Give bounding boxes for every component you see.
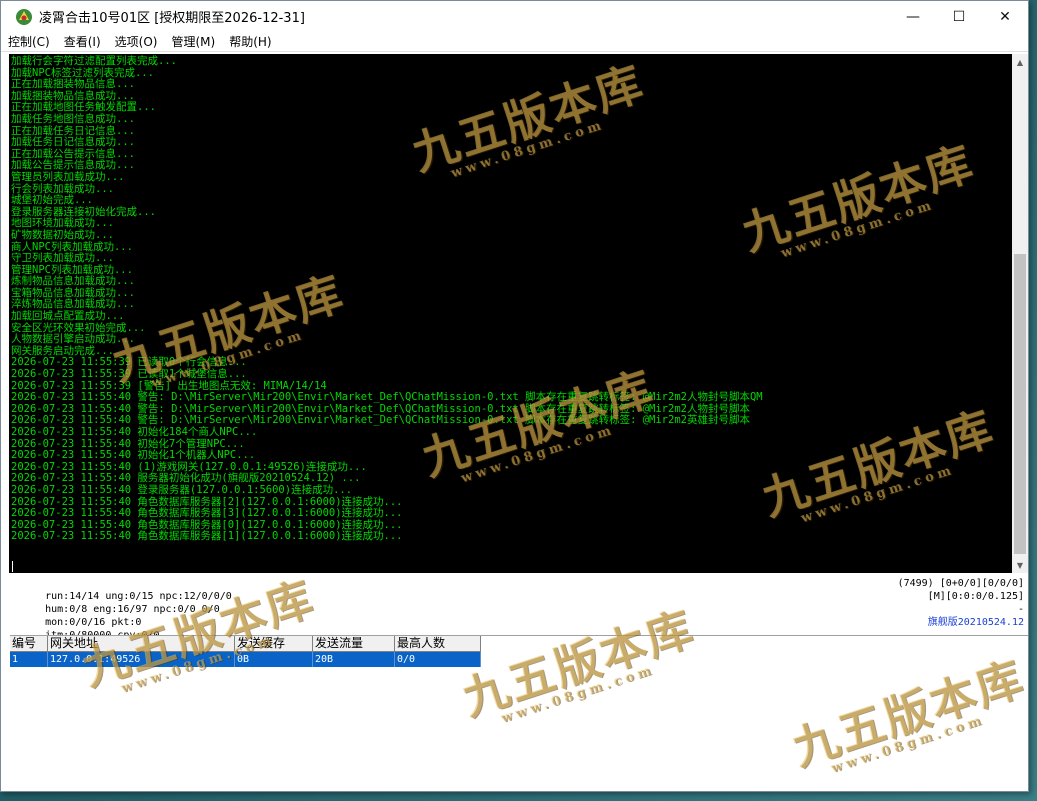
close-button[interactable]: ✕ (982, 1, 1028, 32)
log-line: 商人NPC列表加载成功... (11, 240, 133, 253)
log-line: 加载行会字符过滤配置列表完成... (11, 55, 177, 67)
scroll-down-icon[interactable]: ▼ (1012, 557, 1028, 573)
log-line: 城堡初始完成... (11, 194, 93, 207)
maximize-button[interactable]: ☐ (936, 1, 982, 32)
version-label: 旗舰版20210524.12 (927, 617, 1024, 628)
status-counter: (7499) [0+0/0][0/0/0] (897, 578, 1024, 589)
cell-gateway-address: 127.0.0.1:49526 (48, 652, 235, 667)
log-line: 守卫列表加载成功... (11, 252, 114, 265)
app-icon (16, 8, 32, 25)
col-id[interactable]: 编号 (10, 636, 48, 652)
log-lines: 加载行会字符过滤配置列表完成... 加载NPC标签过滤列表完成... 正在加载捆装物… (11, 55, 763, 543)
cell-id: 1 (10, 652, 48, 667)
app-window: 凌霄合击10号01区 [授权期限至2026-12-31] — ☐ ✕ 控制(C)… (0, 0, 1029, 792)
menu-help[interactable]: 帮助(H) (222, 33, 278, 50)
log-line: 2026-07-23 11:55:39 已读取1个城堡信息... (11, 368, 247, 381)
col-gateway-address[interactable]: 网关地址 (48, 636, 235, 652)
minimize-button[interactable]: — (890, 1, 936, 32)
console-scrollbar[interactable]: ▲ ▼ (1012, 54, 1028, 573)
table-header: 编号 网关地址 发送缓存 发送流量 最高人数 (10, 636, 1028, 652)
menu-control[interactable]: 控制(C) (1, 33, 57, 50)
scroll-thumb[interactable] (1014, 254, 1026, 554)
text-cursor (12, 561, 13, 572)
log-line: 2026-07-23 11:55:40 角色数据库服务器[3](127.0.0.… (11, 507, 403, 520)
log-line: 2026-07-23 11:55:40 角色数据库服务器[1](127.0.0.… (11, 530, 403, 543)
log-line: 登录服务器连接初始化完成... (11, 205, 156, 218)
menu-manage[interactable]: 管理(M) (164, 33, 222, 50)
log-line: 地图环境加载成功... (11, 217, 114, 230)
table-row[interactable]: 1 127.0.0.1:49526 0B 20B 0/0 (10, 652, 481, 667)
status-panel: run:14/14 ung:0/15 npc:12/0/0/0 (7499) [… (9, 577, 1028, 641)
title-bar[interactable]: 凌霄合击10号01区 [授权期限至2026-12-31] — ☐ ✕ (1, 1, 1028, 32)
menu-options[interactable]: 选项(O) (108, 33, 165, 50)
log-line: 加载回城点配置成功... (11, 310, 125, 323)
log-line: 加载任务地图信息成功... (11, 112, 135, 125)
log-line: 矿物数据初始成功... (11, 228, 114, 241)
status-memory: [M][0:0:0/0.125] (927, 591, 1024, 602)
log-line: 人物数据引擎启动成功... (11, 333, 135, 346)
window-title: 凌霄合击10号01区 [授权期限至2026-12-31] (39, 11, 305, 26)
scroll-up-icon[interactable]: ▲ (1012, 54, 1028, 70)
log-line: 管理员列表加载成功... (11, 170, 125, 183)
status-dash: - (1017, 604, 1024, 615)
cell-max-players: 0/0 (395, 652, 481, 667)
log-line: 2026-07-23 11:55:40 初始化184个商人NPC... (11, 426, 258, 438)
menu-view[interactable]: 查看(I) (57, 33, 108, 50)
cell-send-buffer: 0B (235, 652, 313, 667)
log-line: 2026-07-23 11:55:40 登录服务器(127.0.0.1:5600… (11, 483, 353, 496)
menu-bar: 控制(C) 查看(I) 选项(O) 管理(M) 帮助(H) (1, 32, 1028, 52)
col-send-buffer[interactable]: 发送缓存 (235, 636, 313, 652)
col-send-traffic[interactable]: 发送流量 (313, 636, 395, 652)
log-line: 加载任务日记信息成功... (11, 136, 135, 149)
col-max-players[interactable]: 最高人数 (395, 636, 481, 652)
gateway-table: 编号 网关地址 发送缓存 发送流量 最高人数 1 127.0.0.1:49526… (10, 635, 1028, 791)
log-console[interactable]: 加载行会字符过滤配置列表完成... 加载NPC标签过滤列表完成... 正在加载捆装物… (9, 54, 1012, 573)
cell-send-traffic: 20B (313, 652, 395, 667)
log-line: 行会列表加载成功... (11, 182, 114, 195)
